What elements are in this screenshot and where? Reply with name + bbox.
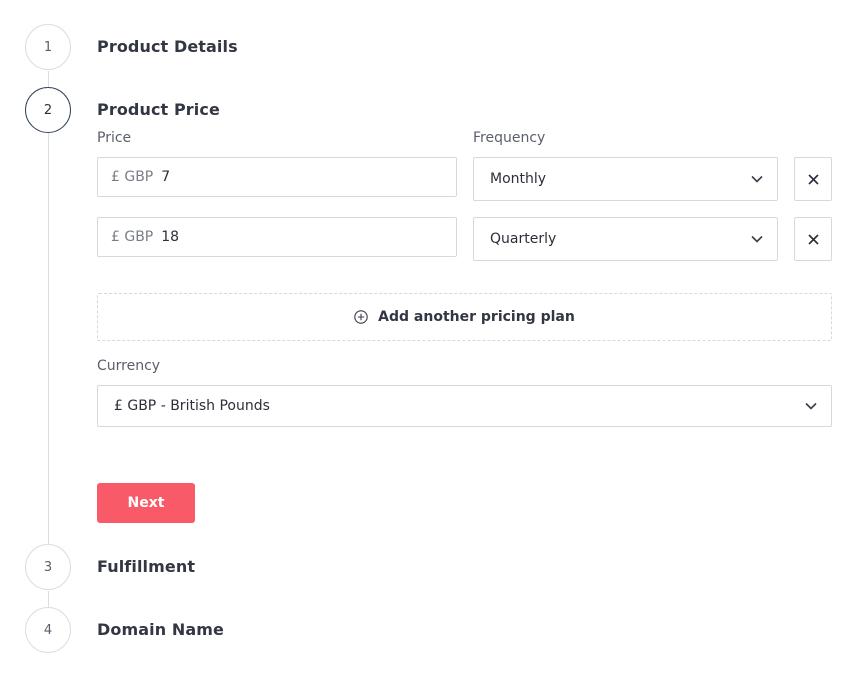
close-icon [807,173,819,185]
currency-prefix: £ GBP [111,229,154,245]
next-button[interactable]: Next [97,483,195,523]
chevron-down-icon [805,402,817,410]
step-4-title[interactable]: Domain Name [97,620,224,639]
close-icon [807,233,819,245]
remove-plan-button[interactable] [794,217,832,261]
price-value: 18 [161,229,180,245]
step-number: 4 [43,622,53,638]
next-button-label: Next [127,495,165,511]
add-pricing-plan-label: Add another pricing plan [378,309,575,325]
step-number: 1 [43,39,53,55]
frequency-select[interactable]: Monthly [473,157,778,201]
chevron-down-icon [751,235,763,243]
frequency-label: Frequency [473,130,546,146]
add-pricing-plan-button[interactable]: Add another pricing plan [97,293,832,341]
step-3-indicator: 3 [25,544,71,590]
currency-prefix: £ GBP [111,169,154,185]
frequency-value: Monthly [490,171,547,187]
price-value: 7 [161,169,171,185]
step-1-indicator: 1 [25,24,71,70]
frequency-value: Quarterly [490,231,557,247]
chevron-down-icon [751,175,763,183]
remove-plan-button[interactable] [794,157,832,201]
price-input[interactable]: £ GBP 18 [97,217,457,257]
currency-label: Currency [97,358,161,374]
step-2-title[interactable]: Product Price [97,100,220,119]
step-1-title[interactable]: Product Details [97,37,238,56]
step-connector [48,71,49,88]
currency-select[interactable]: £ GBP - British Pounds [97,385,832,427]
step-connector [48,591,49,607]
price-input[interactable]: £ GBP 7 [97,157,457,197]
price-label: Price [97,130,132,146]
step-4-indicator: 4 [25,607,71,653]
currency-value: £ GBP - British Pounds [114,398,270,414]
frequency-select[interactable]: Quarterly [473,217,778,261]
step-3-title[interactable]: Fulfillment [97,557,195,576]
step-connector [48,133,49,544]
step-2-indicator: 2 [25,87,71,133]
step-number: 2 [43,102,53,118]
step-number: 3 [43,559,53,575]
plus-circle-icon [354,310,368,324]
